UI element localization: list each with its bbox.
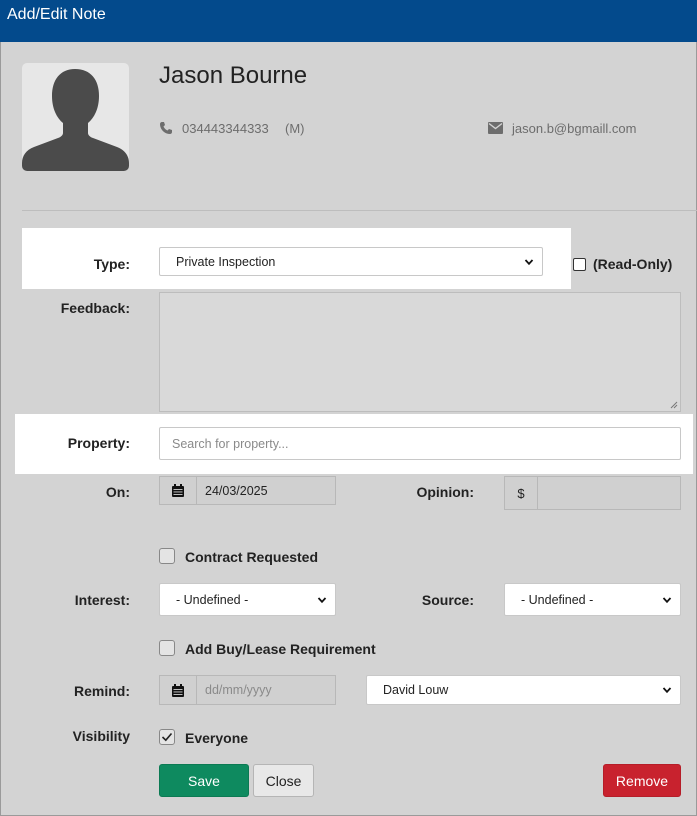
chevron-down-icon — [524, 258, 534, 265]
feedback-textarea[interactable] — [159, 292, 681, 412]
source-select-value: - Undefined - — [521, 592, 594, 607]
avatar — [22, 63, 129, 171]
contract-requested-label: Contract Requested — [185, 549, 319, 565]
resize-grip-icon[interactable] — [670, 401, 678, 409]
contact-name: Jason Bourne — [159, 62, 308, 89]
interest-select[interactable]: - Undefined - — [159, 583, 336, 616]
opinion-currency: $ — [504, 476, 538, 510]
visibility-everyone-label: Everyone — [185, 730, 249, 746]
visibility-everyone-checkbox[interactable] — [159, 729, 175, 745]
visibility-label: Visibility — [72, 728, 130, 744]
check-icon — [161, 732, 173, 742]
opinion-input[interactable] — [537, 476, 681, 510]
property-search-input[interactable]: Search for property... — [159, 427, 681, 460]
interest-select-value: - Undefined - — [176, 592, 249, 607]
buy-lease-label: Add Buy/Lease Requirement — [185, 641, 376, 657]
opinion-label: Opinion: — [416, 484, 474, 500]
remind-calendar-button[interactable] — [159, 675, 197, 705]
on-label: On: — [105, 484, 130, 500]
save-button[interactable]: Save — [159, 764, 249, 797]
buy-lease-checkbox[interactable] — [159, 640, 175, 656]
phone-icon — [160, 122, 172, 134]
contract-requested-checkbox[interactable] — [159, 548, 175, 564]
interest-label: Interest: — [74, 592, 130, 608]
readonly-checkbox[interactable] — [573, 258, 586, 271]
calendar-icon — [172, 484, 184, 497]
source-select[interactable]: - Undefined - — [504, 583, 681, 616]
chevron-down-icon — [662, 687, 672, 694]
dialog-title: Add/Edit Note — [0, 0, 697, 42]
chevron-down-icon — [317, 596, 327, 603]
remove-button[interactable]: Remove — [603, 764, 681, 797]
contact-email[interactable]: jason.b@bgmaill.com — [512, 121, 636, 136]
source-label: Source: — [421, 592, 474, 608]
on-date-input[interactable]: 24/03/2025 — [196, 476, 336, 505]
phone-type: (M) — [285, 121, 305, 136]
contact-phone[interactable]: 034443344333 — [182, 121, 269, 136]
remind-label: Remind: — [74, 683, 130, 699]
type-select[interactable]: Private Inspection — [159, 247, 543, 276]
property-label: Property: — [67, 435, 130, 451]
type-label: Type: — [93, 256, 130, 272]
close-button[interactable]: Close — [253, 764, 314, 797]
remind-user-select[interactable]: David Louw — [366, 675, 681, 705]
readonly-label: (Read-Only) — [593, 256, 673, 272]
chevron-down-icon — [662, 596, 672, 603]
on-date-calendar-button[interactable] — [159, 476, 197, 505]
remind-date-input[interactable]: dd/mm/yyyy — [196, 675, 336, 705]
remind-user-value: David Louw — [383, 683, 449, 697]
feedback-label: Feedback: — [60, 300, 130, 316]
calendar-icon — [172, 683, 184, 697]
mail-icon — [488, 122, 503, 134]
divider — [22, 210, 697, 211]
type-select-value: Private Inspection — [176, 254, 276, 269]
